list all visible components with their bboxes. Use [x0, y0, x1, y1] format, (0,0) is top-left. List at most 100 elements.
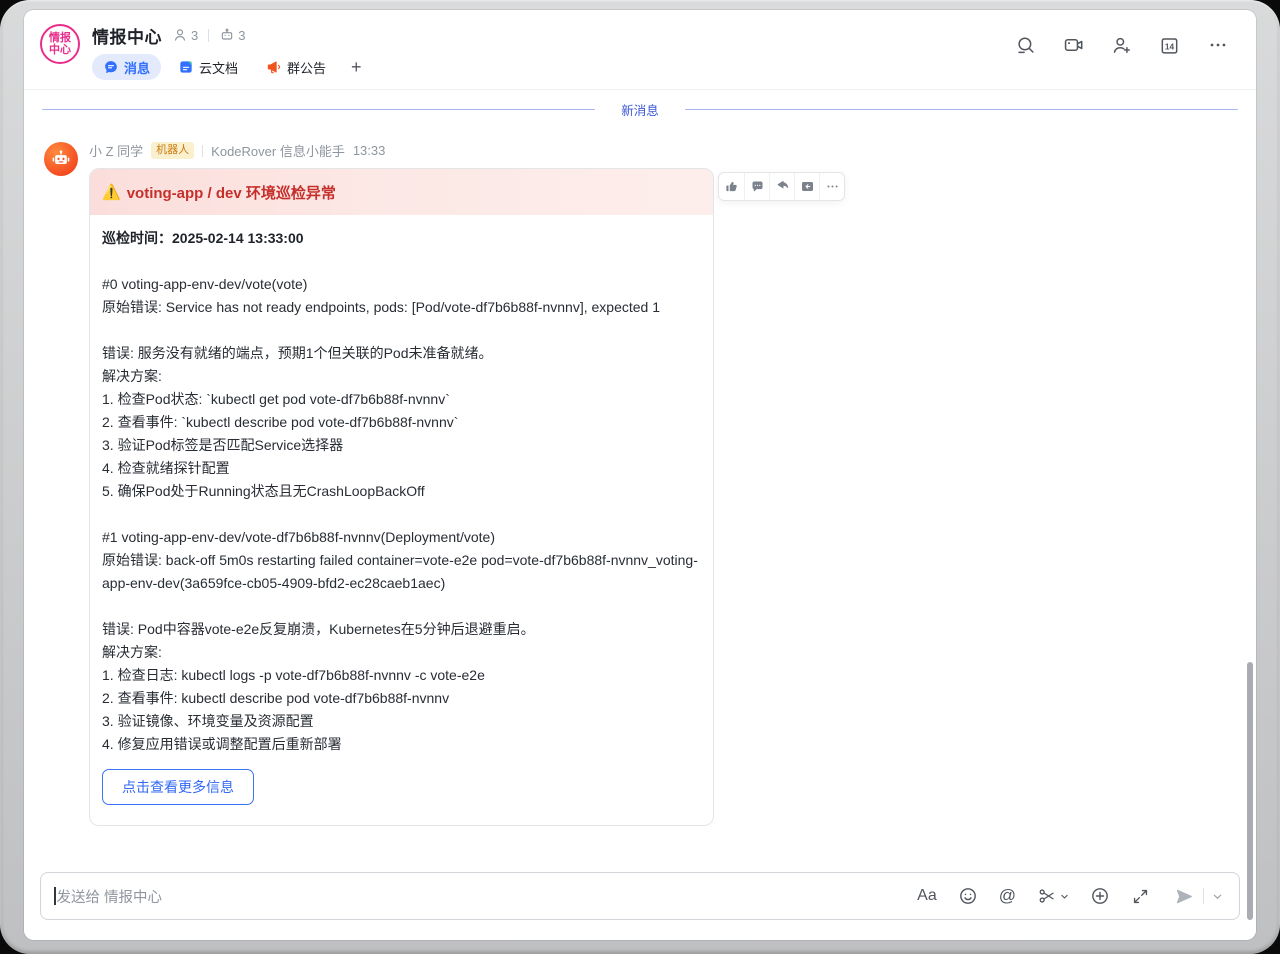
tabs-row: 消息 云文档 群公告 + [92, 54, 1009, 80]
chat-window: 情报 中心 情报中心 3 3 消息 [24, 10, 1256, 940]
text-caret [54, 887, 56, 905]
add-tab-button[interactable]: + [343, 54, 370, 80]
view-more-button[interactable]: 点击查看更多信息 [102, 769, 254, 805]
card-text-line: 1. 检查日志: kubectl logs -p vote-df7b6b88f-… [102, 664, 701, 687]
send-separator [1203, 888, 1204, 904]
bot-icon [219, 27, 235, 43]
header-mid: 情报中心 3 3 消息 云文档 [92, 23, 1009, 80]
input-placeholder: 发送给 情报中心 [57, 886, 897, 907]
send-group [1174, 886, 1223, 907]
group-avatar[interactable]: 情报 中心 [40, 24, 80, 64]
scrollbar-thumb[interactable] [1247, 662, 1253, 920]
send-icon[interactable] [1174, 886, 1195, 907]
card-text-line [102, 503, 701, 526]
message-bubble-icon [103, 59, 119, 75]
mention-icon[interactable]: @ [999, 886, 1016, 906]
card-text-line: 解决方案: [102, 365, 701, 388]
divider-line-right [685, 109, 1238, 111]
card-text-line: #0 voting-app-env-dev/vote(vote) [102, 273, 701, 296]
tab-messages[interactable]: 消息 [92, 54, 161, 80]
group-avatar-line1: 情报 [49, 32, 71, 44]
card-text-line: 3. 验证镜像、环境变量及资源配置 [102, 710, 701, 733]
card-text-line [102, 250, 701, 273]
card-text-line: 错误: Pod中容器vote-e2e反复崩溃，Kubernetes在5分钟后退避… [102, 618, 701, 641]
message-list[interactable]: 新消息 小 Z 同学 机器人 KodeRover 信息小能手 13:33 ⚠️ [24, 90, 1256, 872]
screenshot-scissors-icon[interactable] [1037, 886, 1069, 906]
group-title: 情报中心 [92, 23, 162, 48]
chip-separator [208, 29, 209, 42]
megaphone-icon [266, 59, 282, 75]
header-actions: 14 [1009, 33, 1234, 57]
reply-comment-icon[interactable] [744, 173, 769, 200]
warning-icon: ⚠️ [102, 183, 121, 201]
forward-icon[interactable] [769, 173, 794, 200]
card-text-line: 4. 检查就绪探针配置 [102, 457, 701, 480]
docs-icon [178, 59, 194, 75]
message-time: 13:33 [353, 143, 386, 158]
card-text-line: 解决方案: [102, 641, 701, 664]
robot-avatar-icon [50, 148, 72, 170]
bot-message: 小 Z 同学 机器人 KodeRover 信息小能手 13:33 ⚠️ voti… [44, 142, 714, 826]
message-hover-toolbar [718, 172, 845, 201]
meta-separator [202, 145, 203, 157]
alert-card: ⚠️ voting-app / dev 环境巡检异常 巡检时间：2025-02-… [89, 168, 714, 826]
more-options-icon[interactable] [1201, 33, 1234, 57]
composer: 发送给 情报中心 Aa @ [24, 872, 1256, 940]
message-meta-row: 小 Z 同学 机器人 KodeRover 信息小能手 13:33 [89, 142, 714, 159]
send-options-chevron-icon[interactable] [1212, 891, 1223, 902]
card-text-line: 原始错误: Service has not ready endpoints, p… [102, 296, 701, 319]
message-more-icon[interactable] [819, 173, 844, 200]
bot-count-chip[interactable]: 3 [219, 27, 245, 43]
card-text-line: 巡检时间：2025-02-14 13:33:00 [102, 227, 701, 250]
bot-avatar[interactable] [44, 142, 78, 176]
card-text-line: 2. 查看事件: `kubectl describe pod vote-df7b… [102, 411, 701, 434]
new-message-label: 新消息 [621, 100, 659, 119]
scissors-chevron-icon [1060, 892, 1069, 901]
message-content: 小 Z 同学 机器人 KodeRover 信息小能手 13:33 ⚠️ voti… [89, 142, 714, 826]
chat-header: 情报 中心 情报中心 3 3 消息 [24, 10, 1256, 90]
expand-icon[interactable] [1131, 887, 1150, 906]
bot-description: KodeRover 信息小能手 [211, 141, 345, 160]
calendar-day-number: 14 [1165, 41, 1175, 51]
emoji-icon[interactable] [958, 886, 978, 906]
card-text-line: 1. 检查Pod状态: `kubectl get pod vote-df7b6b… [102, 388, 701, 411]
tab-announcement[interactable]: 群公告 [255, 54, 337, 80]
alert-card-body: 巡检时间：2025-02-14 13:33:00 #0 voting-app-e… [90, 215, 713, 825]
search-icon[interactable] [1009, 33, 1042, 57]
alert-card-title: voting-app / dev 环境巡检异常 [127, 182, 336, 203]
card-text-line: 原始错误: back-off 5m0s restarting failed co… [102, 549, 701, 595]
thumbs-up-icon[interactable] [719, 173, 744, 200]
robot-badge: 机器人 [151, 142, 194, 159]
add-attachment-icon[interactable] [1090, 886, 1110, 906]
card-text-line [102, 319, 701, 342]
card-text-line: 3. 验证Pod标签是否匹配Service选择器 [102, 434, 701, 457]
card-text-line: 2. 查看事件: kubectl describe pod vote-df7b6… [102, 687, 701, 710]
video-call-icon[interactable] [1057, 33, 1090, 57]
add-member-icon[interactable] [1105, 33, 1138, 57]
card-text-line: 5. 确保Pod处于Running状态且无CrashLoopBackOff [102, 480, 701, 503]
tab-docs-label: 云文档 [199, 58, 238, 77]
quote-reply-icon[interactable] [794, 173, 819, 200]
composer-toolbar: Aa @ [896, 886, 1223, 907]
group-title-row: 情报中心 3 3 [92, 23, 1009, 47]
text-format-icon[interactable]: Aa [917, 887, 937, 905]
group-avatar-line2: 中心 [49, 44, 71, 56]
new-message-divider: 新消息 [24, 100, 1256, 119]
card-lines: 巡检时间：2025-02-14 13:33:00 #0 voting-app-e… [102, 227, 701, 756]
members-icon [172, 27, 188, 43]
member-count-chip[interactable]: 3 [172, 27, 198, 43]
sender-name[interactable]: 小 Z 同学 [89, 141, 143, 160]
divider-line-left [42, 109, 595, 111]
card-text-line [102, 595, 701, 618]
alert-card-header: ⚠️ voting-app / dev 环境巡检异常 [90, 169, 713, 215]
card-text-line: 4. 修复应用错误或调整配置后重新部署 [102, 733, 701, 756]
member-count: 3 [191, 28, 198, 43]
tab-announcement-label: 群公告 [287, 58, 326, 77]
calendar-icon[interactable]: 14 [1153, 33, 1186, 57]
card-text-line: 错误: 服务没有就绪的端点，预期1个但关联的Pod未准备就绪。 [102, 342, 701, 365]
bot-count: 3 [238, 28, 245, 43]
tab-docs[interactable]: 云文档 [167, 54, 249, 80]
tab-messages-label: 消息 [124, 58, 150, 77]
message-input[interactable]: 发送给 情报中心 Aa @ [40, 872, 1240, 920]
card-text-line: #1 voting-app-env-dev/vote-df7b6b88f-nvn… [102, 526, 701, 549]
